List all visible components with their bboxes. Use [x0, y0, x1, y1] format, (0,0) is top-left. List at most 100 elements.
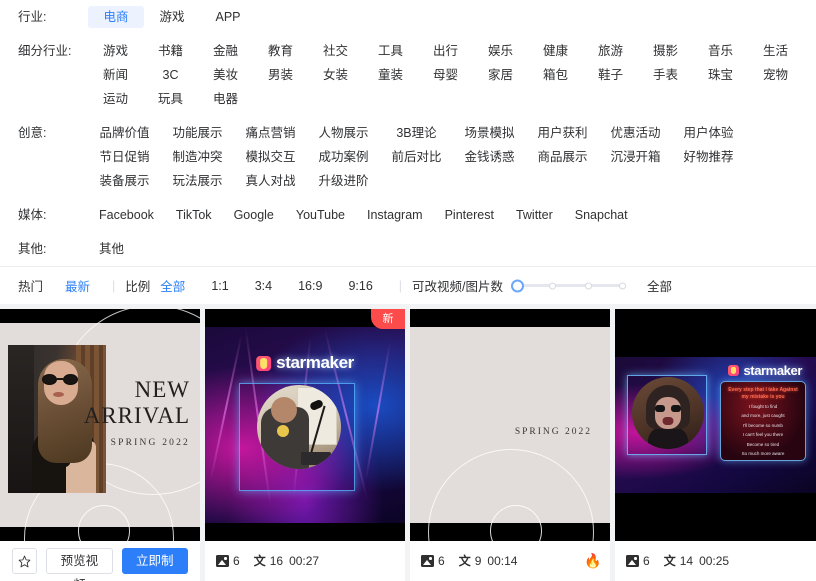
- duration: 00:27: [289, 554, 320, 568]
- filter-chip-creative-0[interactable]: 品牌价值: [88, 122, 161, 144]
- count-slider[interactable]: [511, 277, 629, 295]
- filter-chip-creative-9[interactable]: 节日促销: [88, 146, 161, 168]
- filter-chip-sub-26[interactable]: 运动: [88, 88, 143, 110]
- image-count-meta: 6: [421, 554, 445, 568]
- filter-chip-industry-game[interactable]: 游戏: [144, 6, 200, 28]
- sort-tab-newest[interactable]: 最新: [65, 276, 90, 295]
- filter-chip-sub-22[interactable]: 鞋子: [583, 64, 638, 86]
- filter-chip-creative-1[interactable]: 功能展示: [161, 122, 234, 144]
- filter-row-creative: 创意: 品牌价值 功能展示 痛点营销 人物展示 3B理论 场景模拟 用户获利 优…: [0, 116, 816, 198]
- filter-chip-creative-6[interactable]: 用户获利: [526, 122, 599, 144]
- ratio-option-all[interactable]: 全部: [160, 276, 185, 295]
- filter-chip-sub-16[interactable]: 男装: [253, 64, 308, 86]
- filter-chip-sub-4[interactable]: 社交: [308, 40, 363, 62]
- filter-chip-creative-15[interactable]: 商品展示: [526, 146, 599, 168]
- filter-chip-media-instagram[interactable]: Instagram: [356, 204, 434, 226]
- filter-chip-sub-2[interactable]: 金融: [198, 40, 253, 62]
- ratio-option-9-16[interactable]: 9:16: [348, 279, 372, 293]
- card-1-thumbnail[interactable]: NEW ARRIVAL SPRING 2022: [0, 309, 200, 541]
- filter-chip-sub-3[interactable]: 教育: [253, 40, 308, 62]
- text-icon: 文: [253, 554, 266, 568]
- filter-chip-creative-16[interactable]: 沉浸开箱: [599, 146, 672, 168]
- slider-tick-1[interactable]: [549, 282, 557, 289]
- filter-chip-media-tiktok[interactable]: TikTok: [165, 204, 223, 226]
- filter-chip-media-twitter[interactable]: Twitter: [505, 204, 564, 226]
- filter-chip-media-youtube[interactable]: YouTube: [285, 204, 356, 226]
- duration: 00:14: [487, 554, 518, 568]
- filter-chip-sub-1[interactable]: 书籍: [143, 40, 198, 62]
- poster-title-line3: SPRING 2022: [110, 438, 190, 448]
- filter-chip-creative-10[interactable]: 制造冲突: [161, 146, 234, 168]
- filter-chip-sub-19[interactable]: 母婴: [418, 64, 473, 86]
- filter-chip-sub-8[interactable]: 健康: [528, 40, 583, 62]
- filter-chip-creative-5[interactable]: 场景模拟: [453, 122, 526, 144]
- filter-chip-sub-20[interactable]: 家居: [473, 64, 528, 86]
- filter-chip-creative-20[interactable]: 真人对战: [234, 170, 307, 192]
- filter-chip-media-snapchat[interactable]: Snapchat: [564, 204, 639, 226]
- lyrics-line-6: So much more aware: [741, 451, 785, 456]
- filter-chip-sub-24[interactable]: 珠宝: [693, 64, 748, 86]
- filter-chip-sub-6[interactable]: 出行: [418, 40, 473, 62]
- card-4-thumbnail[interactable]: Every step that I take Against my mistak…: [615, 309, 816, 541]
- filter-chip-creative-2[interactable]: 痛点营销: [234, 122, 307, 144]
- filter-chip-creative-12[interactable]: 成功案例: [307, 146, 380, 168]
- filter-chip-sub-12[interactable]: 生活: [748, 40, 803, 62]
- filter-chip-creative-7[interactable]: 优惠活动: [599, 122, 672, 144]
- preview-video-button[interactable]: 预览视频: [46, 548, 113, 581]
- slider-tick-3[interactable]: [619, 282, 627, 289]
- favorite-button[interactable]: [12, 548, 38, 574]
- filter-chip-creative-14[interactable]: 金钱诱惑: [453, 146, 526, 168]
- create-now-button[interactable]: 立即制作: [121, 548, 189, 581]
- text-count: 14: [679, 554, 694, 568]
- template-card-1[interactable]: NEW ARRIVAL SPRING 2022 预览视频 立即制作: [0, 309, 200, 581]
- filter-chip-sub-17[interactable]: 女装: [308, 64, 363, 86]
- filter-chip-creative-13[interactable]: 前后对比: [380, 146, 453, 168]
- filter-chip-sub-10[interactable]: 摄影: [638, 40, 693, 62]
- filter-chip-sub-27[interactable]: 玩具: [143, 88, 198, 110]
- filter-chip-creative-3[interactable]: 人物展示: [307, 122, 380, 144]
- template-card-3[interactable]: SPRING 2022 6 文 9 00:14 🔥: [410, 309, 610, 581]
- filter-chip-sub-28[interactable]: 电器: [198, 88, 253, 110]
- ratio-option-1-1[interactable]: 1:1: [211, 279, 228, 293]
- card-4-footer: 6 文 14 00:25: [615, 541, 816, 581]
- sort-tab-hot[interactable]: 热门: [18, 276, 43, 295]
- card-3-thumbnail[interactable]: SPRING 2022: [410, 309, 610, 541]
- filter-chip-sub-23[interactable]: 手表: [638, 64, 693, 86]
- glasses-icon: [655, 405, 681, 412]
- filter-chip-industry-ecommerce[interactable]: 电商: [88, 6, 144, 28]
- ratio-option-3-4[interactable]: 3:4: [255, 279, 272, 293]
- filter-chip-sub-5[interactable]: 工具: [363, 40, 418, 62]
- filter-chip-creative-8[interactable]: 用户体验: [672, 122, 745, 144]
- filter-chip-sub-9[interactable]: 旅游: [583, 40, 638, 62]
- lyrics-panel: Every step that I take Against my mistak…: [720, 381, 806, 461]
- filter-chip-sub-18[interactable]: 童装: [363, 64, 418, 86]
- filter-chip-media-facebook[interactable]: Facebook: [88, 204, 165, 226]
- template-card-2[interactable]: 新 starmaker 6 文 16 00:27: [205, 309, 405, 581]
- filter-chip-creative-18[interactable]: 装备展示: [88, 170, 161, 192]
- text-count: 9: [474, 554, 482, 568]
- filter-chip-sub-15[interactable]: 美妆: [198, 64, 253, 86]
- slider-handle[interactable]: [511, 279, 525, 292]
- filter-chip-sub-25[interactable]: 宠物: [748, 64, 803, 86]
- filter-chip-creative-4[interactable]: 3B理论: [380, 122, 453, 144]
- filter-chip-creative-11[interactable]: 模拟交互: [234, 146, 307, 168]
- filter-chip-sub-21[interactable]: 箱包: [528, 64, 583, 86]
- filter-chip-sub-13[interactable]: 新闻: [88, 64, 143, 86]
- photo-wall: [8, 345, 34, 493]
- filter-chip-creative-19[interactable]: 玩法展示: [161, 170, 234, 192]
- filter-chip-creative-17[interactable]: 好物推荐: [672, 146, 745, 168]
- template-card-4[interactable]: Every step that I take Against my mistak…: [615, 309, 816, 581]
- ratio-option-16-9[interactable]: 16:9: [298, 279, 322, 293]
- filter-values-sub-industry: 游戏 书籍 金融 教育 社交 工具 出行 娱乐 健康 旅游 摄影 音乐 生活 新…: [88, 39, 816, 111]
- filter-chip-sub-11[interactable]: 音乐: [693, 40, 748, 62]
- filter-chip-industry-app[interactable]: APP: [200, 6, 256, 28]
- filter-chip-sub-14[interactable]: 3C: [143, 64, 198, 86]
- filter-chip-media-google[interactable]: Google: [223, 204, 285, 226]
- filter-chip-other[interactable]: 其他: [88, 238, 135, 260]
- filter-chip-media-pinterest[interactable]: Pinterest: [434, 204, 505, 226]
- card-2-thumbnail[interactable]: 新 starmaker: [205, 309, 405, 541]
- filter-chip-creative-21[interactable]: 升级进阶: [307, 170, 380, 192]
- filter-chip-sub-7[interactable]: 娱乐: [473, 40, 528, 62]
- filter-chip-sub-0[interactable]: 游戏: [88, 40, 143, 62]
- slider-tick-2[interactable]: [585, 282, 593, 289]
